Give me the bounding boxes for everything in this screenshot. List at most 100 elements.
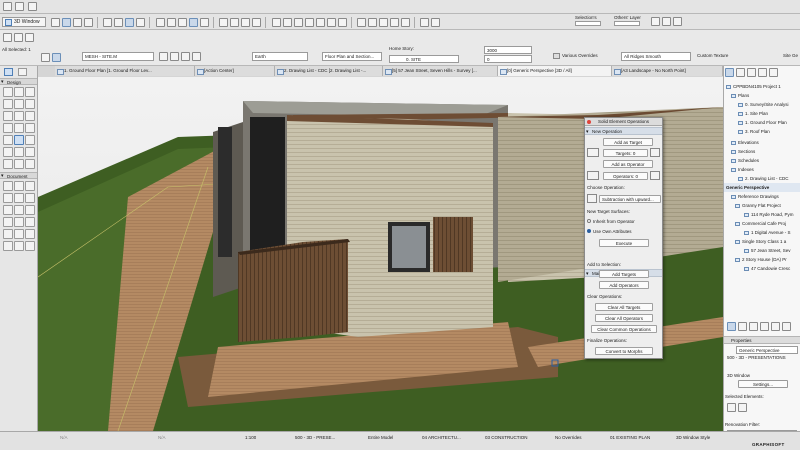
change-tool-icon[interactable] bbox=[25, 229, 35, 239]
tree-item-reference-drawings[interactable]: Reference Drawings bbox=[731, 192, 800, 201]
curtain-wall-tool-icon[interactable] bbox=[25, 123, 35, 133]
tree-item-indexes[interactable]: Indexes bbox=[731, 165, 800, 174]
shell-icon[interactable] bbox=[326, 18, 336, 27]
teamwork-reserve-icon[interactable] bbox=[651, 17, 660, 26]
new-view-icon[interactable] bbox=[727, 322, 736, 331]
select-operators-icon[interactable] bbox=[650, 171, 660, 180]
marquee-icon[interactable] bbox=[62, 18, 71, 27]
ridges-selector[interactable]: All Ridges Smooth bbox=[621, 52, 691, 61]
inherit-radio[interactable] bbox=[587, 219, 591, 223]
home-story-selector[interactable]: 0. SITE bbox=[389, 55, 459, 63]
settings-button[interactable]: Settings... bbox=[738, 380, 788, 388]
grid-view-icon[interactable] bbox=[727, 403, 736, 412]
teamwork-icon[interactable] bbox=[420, 18, 430, 27]
hotspot-tool-icon[interactable] bbox=[25, 241, 35, 251]
project-map-icon[interactable] bbox=[725, 68, 734, 77]
tree-item-ryde-road[interactable]: 114 Ryde Road, Pym bbox=[744, 210, 800, 219]
window-icon[interactable] bbox=[367, 18, 377, 27]
tree-item-commercial-cafe[interactable]: Commercial Cafe Proj bbox=[735, 219, 800, 228]
view-name-field[interactable]: Generic Perspective bbox=[736, 346, 798, 354]
polyline-tool-icon[interactable] bbox=[14, 205, 24, 215]
elevation-tool-icon[interactable] bbox=[14, 217, 24, 227]
railing-tool-icon[interactable] bbox=[14, 111, 24, 121]
tree-item-two-story[interactable]: 2 Story House (DA) Pr bbox=[735, 255, 800, 264]
tab-generic-perspective[interactable]: [0] Generic Perspective [3D / All] bbox=[498, 66, 612, 76]
roof-tool-icon[interactable] bbox=[25, 111, 35, 121]
mesh-skirt-icon[interactable] bbox=[192, 52, 201, 61]
drawing-tool-icon[interactable] bbox=[25, 205, 35, 215]
close-icon[interactable] bbox=[587, 120, 591, 124]
zone-tool-icon[interactable] bbox=[25, 135, 35, 145]
tab-action-center[interactable]: [Action Center] bbox=[195, 66, 275, 76]
railing-icon[interactable] bbox=[389, 18, 399, 27]
mesh-icon[interactable] bbox=[400, 18, 410, 27]
overrides-control[interactable]: Various Overrides bbox=[553, 52, 598, 60]
lamp-tool-icon[interactable] bbox=[14, 147, 24, 157]
tree-item-site-plan[interactable]: 1. Site Plan bbox=[738, 109, 800, 118]
others-layer-indicator[interactable]: Others' Layer bbox=[614, 15, 641, 26]
palette-title-bar[interactable]: Solid Element Operations bbox=[585, 118, 662, 126]
fit-icon[interactable] bbox=[188, 18, 198, 27]
camera-tool-icon[interactable] bbox=[14, 241, 24, 251]
send-receive-icon[interactable] bbox=[431, 18, 441, 27]
tree-item-generic-perspective[interactable]: Generic Perspective bbox=[724, 183, 800, 192]
document-group-header[interactable]: Document bbox=[0, 172, 37, 180]
skylight-tool-icon[interactable] bbox=[25, 99, 35, 109]
properties-header[interactable]: Properties bbox=[724, 336, 800, 344]
beam-icon[interactable] bbox=[293, 18, 303, 27]
label-tool-icon[interactable] bbox=[3, 193, 13, 203]
use-own-radio[interactable] bbox=[587, 229, 591, 233]
dimension-tool-icon[interactable] bbox=[3, 181, 13, 191]
custom-texture-label[interactable]: Custom Texture bbox=[697, 53, 728, 58]
tree-item-digital-avenue[interactable]: 1 Digital Avenue - S bbox=[744, 228, 800, 237]
tree-item-elevations[interactable]: Elevations bbox=[731, 138, 800, 147]
arc-tool-icon[interactable] bbox=[3, 205, 13, 215]
tree-item-project[interactable]: CPPBDN4105 Project 1 bbox=[726, 82, 800, 91]
window-tool-icon[interactable] bbox=[14, 99, 24, 109]
wall-end-icon[interactable] bbox=[14, 159, 24, 169]
mesh-tool-icon[interactable] bbox=[14, 135, 24, 145]
stair-tool-icon[interactable] bbox=[3, 111, 13, 121]
operation-type-select[interactable]: Subtraction with upward... bbox=[599, 195, 661, 203]
view-switch-button[interactable]: 3D Window bbox=[2, 17, 46, 27]
redo-icon[interactable] bbox=[27, 2, 37, 11]
refresh-icon[interactable] bbox=[771, 322, 780, 331]
tree-item-schedules[interactable]: Schedules bbox=[731, 156, 800, 165]
convert-to-morphs-button[interactable]: Convert to Morphs bbox=[595, 347, 653, 355]
filter-icon[interactable] bbox=[252, 18, 262, 27]
tree-item-sections[interactable]: Sections bbox=[731, 147, 800, 156]
column-tool-icon[interactable] bbox=[14, 87, 24, 97]
ceiling-icon[interactable] bbox=[25, 159, 35, 169]
detail-tool-icon[interactable] bbox=[14, 229, 24, 239]
snap-icon[interactable] bbox=[103, 18, 113, 27]
marquee-tool-icon[interactable] bbox=[18, 68, 27, 76]
arrow-icon[interactable] bbox=[3, 33, 12, 42]
elevation-input[interactable]: 3000 bbox=[484, 46, 532, 54]
organizer-icon[interactable] bbox=[769, 68, 778, 77]
guide-icon[interactable] bbox=[125, 18, 135, 27]
cutting-plane-icon[interactable] bbox=[241, 18, 251, 27]
lock-icon[interactable] bbox=[52, 53, 61, 62]
wall-icon[interactable] bbox=[271, 18, 281, 27]
clear-all-targets-button[interactable]: Clear All Targets bbox=[595, 303, 653, 311]
construction-selector[interactable]: 03 CONSTRUCTION bbox=[485, 434, 540, 442]
roof-icon[interactable] bbox=[315, 18, 325, 27]
message-icon[interactable] bbox=[673, 17, 682, 26]
delete-icon[interactable] bbox=[760, 322, 769, 331]
section-tool-icon[interactable] bbox=[3, 217, 13, 227]
worksheet-tool-icon[interactable] bbox=[3, 229, 13, 239]
pointer-icon[interactable] bbox=[51, 18, 60, 27]
presentation-row[interactable]: 500 - 3D - PRESENTATIONS bbox=[727, 355, 786, 360]
arrow-tool-icon[interactable] bbox=[4, 68, 13, 76]
pan-icon[interactable] bbox=[199, 18, 209, 27]
render-icon[interactable] bbox=[219, 18, 229, 27]
tree-item-ground-floor[interactable]: 1. Ground Floor Plan bbox=[738, 118, 800, 127]
tree-item-roof-plan[interactable]: 3. Roof Plan bbox=[738, 127, 800, 136]
more-icon[interactable] bbox=[782, 322, 791, 331]
scale-selector[interactable]: 1:100 bbox=[245, 434, 256, 442]
existing-plan-selector[interactable]: 01 EXISTING PLAN bbox=[610, 434, 650, 442]
save-icon[interactable] bbox=[3, 2, 12, 11]
publisher-icon[interactable] bbox=[758, 68, 767, 77]
add-as-target-button[interactable]: Add as Target bbox=[603, 138, 653, 146]
layer-selector[interactable]: MESH - SITE.M bbox=[82, 52, 154, 61]
